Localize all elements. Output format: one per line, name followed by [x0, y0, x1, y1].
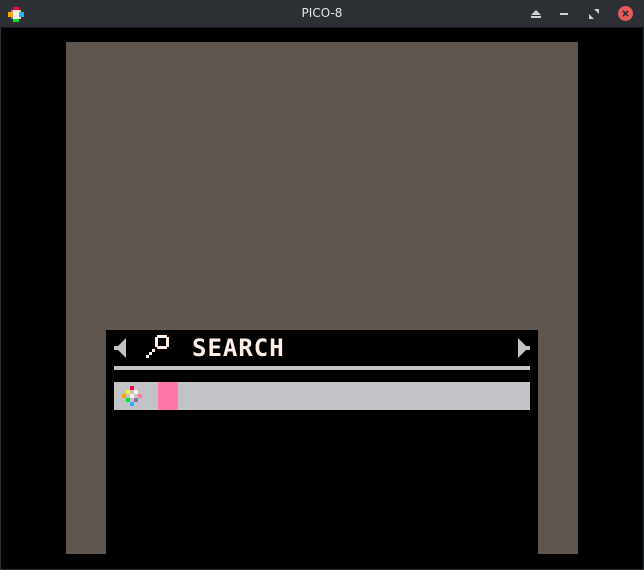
- search-field[interactable]: [114, 382, 530, 410]
- window-title: PICO-8: [301, 6, 343, 20]
- pico8-logo-icon: [122, 386, 142, 406]
- search-heading: SEARCH: [192, 334, 285, 362]
- eject-icon[interactable]: [528, 6, 544, 22]
- arrow-left-icon[interactable]: [114, 338, 126, 358]
- panel-header: SEARCH: [106, 330, 538, 366]
- search-input[interactable]: [178, 382, 530, 410]
- text-cursor: [158, 382, 178, 410]
- minimize-icon[interactable]: [556, 6, 572, 22]
- header-divider: [114, 366, 530, 370]
- arrow-right-icon[interactable]: [518, 338, 530, 358]
- close-button[interactable]: [618, 6, 633, 21]
- search-panel: SEARCH: [106, 330, 538, 554]
- close-icon: [622, 10, 629, 17]
- magnifier-icon: [146, 335, 169, 358]
- title-bar: PICO-8: [0, 0, 644, 28]
- maximize-icon[interactable]: [586, 6, 602, 22]
